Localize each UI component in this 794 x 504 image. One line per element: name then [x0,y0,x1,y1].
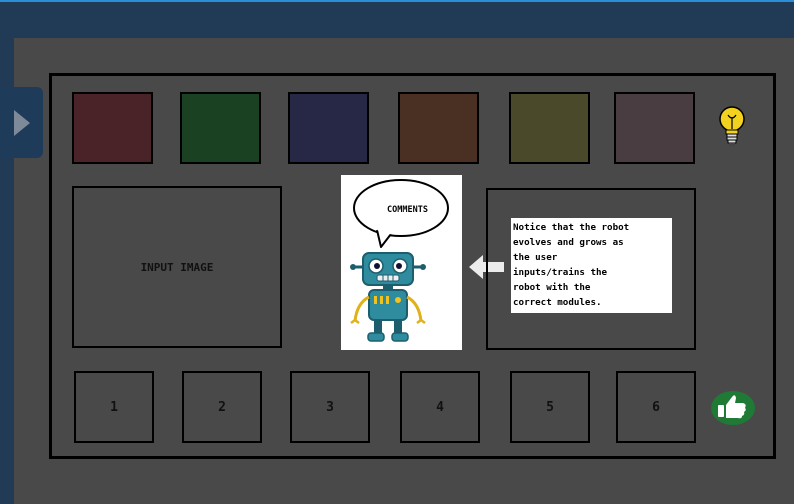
note-line: Notice that the robot [513,222,630,233]
module-label: 2 [218,399,226,415]
module-label: 3 [326,399,334,415]
swatch-olive[interactable] [509,92,590,164]
robot-comments-text: COMMENTS [387,205,428,215]
module-button-3[interactable]: 3 [290,371,370,443]
robot-card: COMMENTS [341,175,462,350]
input-image-label: INPUT IMAGE [140,260,214,274]
robot-icon [350,252,426,342]
play-arrow-icon [13,109,30,136]
top-bar [0,0,794,38]
swatch-brown[interactable] [398,92,479,164]
lightbulb-icon[interactable] [716,103,748,153]
module-label: 6 [652,399,660,415]
swatch-mauve[interactable] [614,92,695,164]
module-button-4[interactable]: 4 [400,371,480,443]
speech-bubble-icon [353,179,449,248]
note-line: robot with the [513,282,591,293]
note-line: inputs/trains the [513,267,608,278]
module-button-6[interactable]: 6 [616,371,696,443]
module-button-2[interactable]: 2 [182,371,262,443]
module-label: 5 [546,399,554,415]
robot-evolution-note: Notice that the robot evolves and grows … [511,218,672,313]
sidebar-toggle-button[interactable] [0,87,43,158]
thumbs-up-icon[interactable] [710,389,756,427]
swatch-green[interactable] [180,92,261,164]
module-button-1[interactable]: 1 [74,371,154,443]
swatch-navy[interactable] [288,92,369,164]
note-line: the user [513,252,558,263]
swatch-red[interactable] [72,92,153,164]
module-label: 4 [436,399,444,415]
note-line: correct modules. [513,297,602,308]
note-line: evolves and grows as [513,237,624,248]
module-label: 1 [110,399,118,415]
module-button-5[interactable]: 5 [510,371,590,443]
input-image-box[interactable]: INPUT IMAGE [72,186,282,348]
